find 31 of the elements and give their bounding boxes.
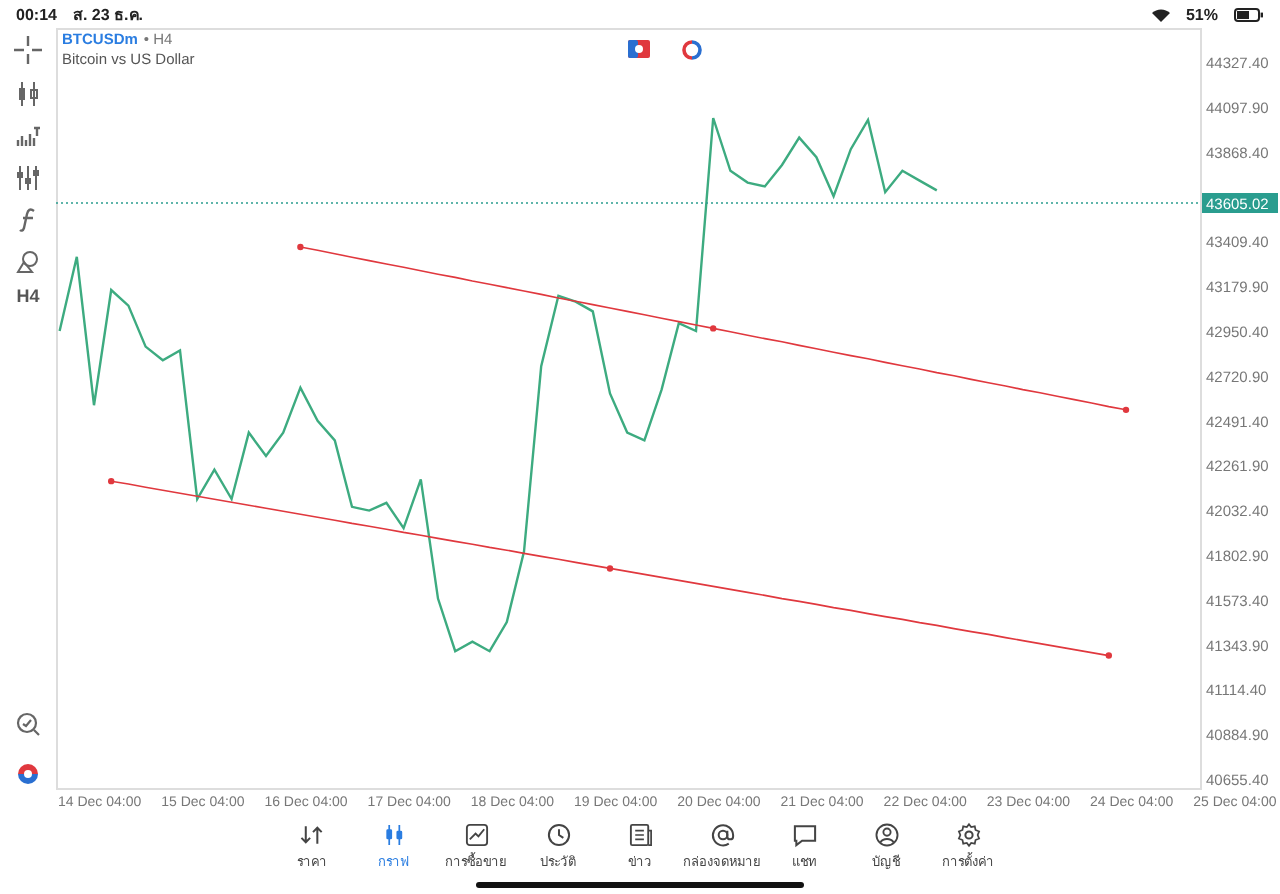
news-icon [627, 822, 653, 848]
at-icon [709, 822, 735, 848]
candles-icon[interactable] [16, 82, 40, 106]
indicators-icon[interactable] [16, 126, 40, 146]
gear-icon [955, 822, 981, 848]
ring-icon[interactable] [682, 40, 702, 60]
sliders-icon[interactable] [16, 166, 40, 190]
crosshair-icon[interactable] [14, 36, 42, 64]
point [710, 325, 717, 332]
function-icon[interactable] [18, 208, 38, 232]
point [606, 565, 614, 572]
person-icon [873, 822, 899, 848]
shapes-icon[interactable] [16, 250, 40, 274]
arrows-icon [299, 822, 325, 848]
timeframe-button[interactable]: H4 [16, 286, 40, 306]
battery-percent: 51% [1185, 5, 1218, 23]
candles-icon [381, 822, 407, 848]
app-logo-icon[interactable] [16, 762, 40, 786]
point [1105, 652, 1112, 659]
chart-search-icon[interactable] [16, 712, 40, 736]
square-logo-icon[interactable] [628, 40, 650, 58]
point [1122, 406, 1130, 414]
clock-icon [545, 822, 571, 848]
point [297, 243, 304, 251]
point [108, 477, 115, 485]
chat-icon [791, 822, 817, 848]
battery-icon [1234, 7, 1264, 21]
status-date: ส. 23 ธ.ค. [72, 3, 143, 27]
chart-icon [463, 822, 489, 848]
clock-time: 00:14 [16, 5, 57, 23]
wifi-icon [1151, 7, 1170, 21]
